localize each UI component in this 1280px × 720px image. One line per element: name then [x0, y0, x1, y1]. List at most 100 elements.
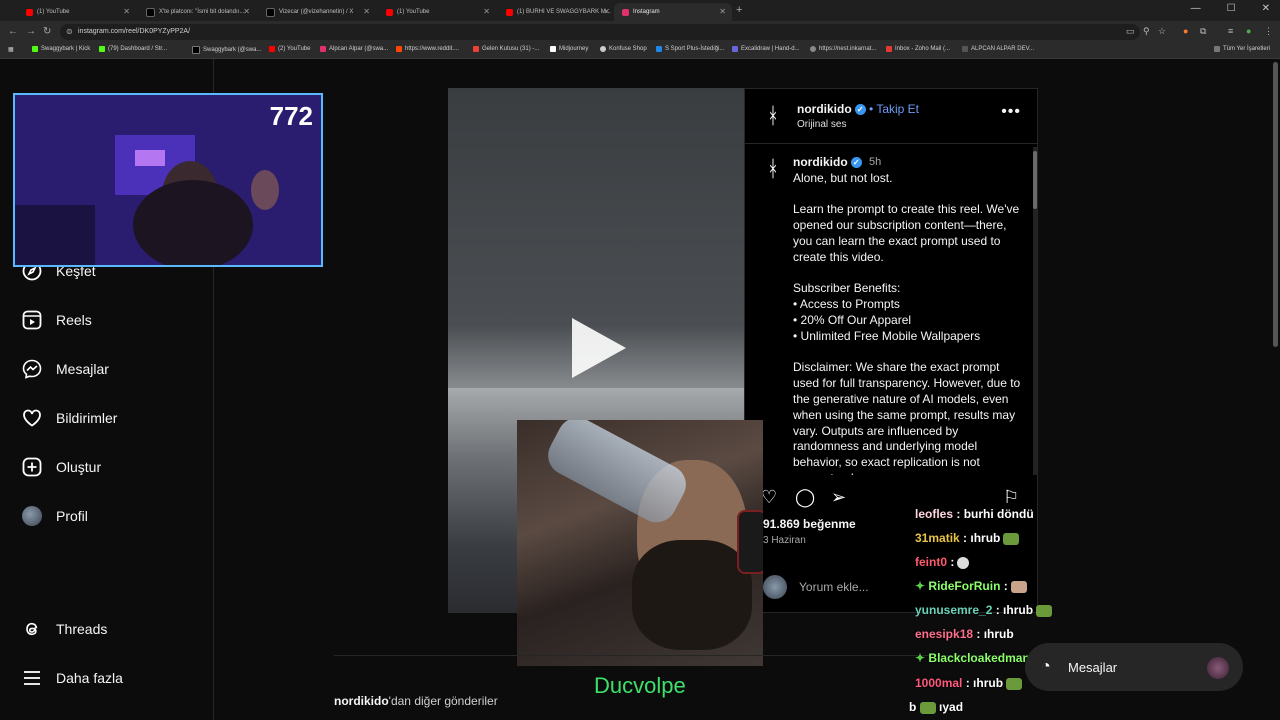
bookmark-item[interactable]: (2) YouTube [269, 46, 310, 52]
back-icon[interactable]: ← [8, 26, 18, 37]
page-scrollbar[interactable] [1273, 62, 1278, 347]
close-icon[interactable]: ✕ [719, 7, 726, 16]
bookmark-label: S Sport Plus-İstediği... [665, 46, 725, 52]
close-icon[interactable]: ✕ [243, 7, 250, 16]
sidebar-item-notifications[interactable]: Bildirimler [22, 408, 117, 428]
profile-icon[interactable]: ● [1246, 26, 1251, 36]
sidebar-item-label: Daha fazla [56, 670, 123, 686]
bookmark-item[interactable]: Alpcan Alpar (@swa... [320, 46, 388, 52]
media-icon[interactable]: ≡ [1228, 26, 1233, 36]
post-username[interactable]: nordikido ✓ [797, 102, 866, 116]
play-icon[interactable] [572, 318, 626, 378]
share-icon[interactable]: ➢ [831, 487, 846, 508]
chat-user: 1000mal [915, 676, 963, 690]
globe-icon [810, 46, 816, 52]
sidebar-item-create[interactable]: Oluştur [22, 457, 101, 477]
chat-message: ✦ RideForRuin : [915, 579, 1027, 593]
excalidraw-icon [732, 46, 738, 52]
avatar [763, 575, 787, 599]
bookmark-label: (2) YouTube [278, 46, 311, 52]
tab-x-1[interactable]: X'te platconı: "İsmi bit dolandıı... ✕ [138, 3, 256, 21]
kick-icon [99, 46, 105, 52]
save-bookmark-icon[interactable]: ⚐ [1003, 487, 1019, 508]
sidebar-item-label: Bildirimler [56, 410, 118, 426]
account-logo-icon[interactable]: ᚼ [759, 102, 787, 130]
comment-icon[interactable]: ◯ [795, 487, 815, 508]
more-posts-heading[interactable]: nordikido'dan diğer gönderiler [334, 694, 498, 708]
bookmark-item[interactable]: Konfuse Shop [600, 46, 647, 52]
tab-title: (1) YouTube [397, 9, 430, 15]
tab-youtube-3[interactable]: (1) BURHI VE SWAGGYBARK M... ✕ [498, 3, 616, 21]
maximize-icon[interactable]: ☐ [1227, 3, 1236, 14]
bookmark-item[interactable]: (79) Dashboard / Str... [99, 46, 167, 52]
comment-input[interactable]: Yorum ekle... [799, 580, 869, 594]
bookmark-item[interactable]: https://nest.inkarnat... [810, 46, 876, 52]
badge-icon: ✦ [915, 579, 926, 593]
bookmark-star-icon[interactable]: ☆ [1158, 26, 1166, 37]
bookmark-item[interactable]: https://www.reddit.... [396, 46, 459, 52]
tab-youtube-2[interactable]: (1) YouTube ✕ [378, 3, 496, 21]
sidebar-item-threads[interactable]: Threads [22, 619, 107, 639]
cast-icon[interactable]: ▭ [1126, 26, 1135, 37]
close-icon[interactable]: ✕ [363, 7, 370, 16]
bookmark-item[interactable]: Midjourney [550, 46, 588, 52]
extensions-icon[interactable]: ⧉ [1200, 26, 1206, 37]
tab-x-2[interactable]: Vizecar (@vizehannetin) / X ✕ [258, 3, 376, 21]
youtube-icon [269, 46, 275, 52]
sidebar-item-label: Threads [56, 621, 108, 637]
messages-label: Mesajlar [1068, 660, 1118, 675]
new-tab-button[interactable]: + [736, 4, 742, 16]
site-info-icon[interactable]: ⊜ [66, 27, 73, 36]
zoom-icon[interactable]: ⚲ [1143, 26, 1150, 37]
tab-title: Vizecar (@vizehannetin) / X [279, 9, 354, 15]
plus-square-icon [22, 457, 42, 477]
bookmark-item[interactable]: Gelen Kutusu (31) -... [473, 46, 539, 52]
bookmarks-bar: ▦ Swaggybark | Kick (79) Dashboard / Str… [0, 43, 1280, 59]
kick-icon [32, 46, 38, 52]
tab-instagram[interactable]: Instagram ✕ [614, 3, 732, 21]
chat-text: ıyad [939, 700, 964, 714]
window-controls: — ☐ ✕ [1191, 3, 1270, 14]
sidebar-item-reels[interactable]: Reels [22, 310, 92, 330]
likes-count[interactable]: 91.869 beğenme [763, 517, 856, 531]
instagram-icon [320, 46, 326, 52]
bookmark-label: Midjourney [559, 46, 589, 52]
menu-icon[interactable]: ⋮ [1264, 26, 1273, 37]
bookmark-item[interactable]: Swaggybark | Kick [32, 46, 90, 52]
tab-youtube-1[interactable]: (1) YouTube ✕ [18, 3, 136, 21]
apps-icon[interactable]: ▦ [8, 46, 14, 53]
messages-button[interactable]: ◔ Mesajlar [1025, 643, 1243, 691]
url-input[interactable]: ⊜ instagram.com/reel/DK0PYZyPP2A/ [60, 24, 1140, 40]
bookmark-label: Swaggybark (@swa... [203, 47, 262, 53]
like-icon[interactable]: ♡ [761, 487, 777, 508]
audio-label[interactable]: Orijinal ses [797, 119, 846, 130]
chat-text: : ıhrub [965, 676, 1004, 690]
bookmark-item[interactable]: S Sport Plus-İstediği... [656, 46, 724, 52]
reload-icon[interactable]: ↻ [43, 26, 51, 37]
sidebar-item-profile[interactable]: Profil [22, 506, 88, 526]
bookmark-item[interactable]: ALPCAN ALPAR DEV... [962, 46, 1034, 52]
bookmark-item[interactable]: Swaggybark (@swa... [192, 46, 261, 54]
chat-user: 31matik [915, 531, 960, 545]
close-window-icon[interactable]: ✕ [1262, 3, 1270, 14]
caption-scrollbar-thumb[interactable] [1033, 151, 1037, 209]
chat-text: : [1003, 579, 1008, 593]
more-options-icon[interactable]: ••• [1001, 103, 1021, 121]
close-icon[interactable]: ✕ [123, 7, 130, 16]
close-icon[interactable]: ✕ [603, 7, 610, 16]
bookmark-item[interactable]: Excalidraw | Hand-d... [732, 46, 800, 52]
follow-button[interactable]: • Takip Et [869, 102, 919, 116]
sidebar-item-label: Reels [56, 312, 92, 328]
sidebar-item-messages[interactable]: Mesajlar [22, 359, 109, 379]
close-icon[interactable]: ✕ [483, 7, 490, 16]
account-logo-icon[interactable]: ᚼ [759, 155, 787, 183]
emote-icon [1010, 580, 1027, 593]
bookmark-label: https://www.reddit.... [405, 46, 460, 52]
extension-icon[interactable]: ● [1183, 26, 1188, 36]
instagram-icon [622, 8, 629, 16]
bookmark-item[interactable]: Inbox - Zoho Mail (... [886, 46, 950, 52]
all-bookmarks[interactable]: Tüm Yer İşaretleri [1214, 46, 1270, 52]
minimize-icon[interactable]: — [1191, 3, 1201, 14]
forward-icon[interactable]: → [26, 26, 36, 37]
sidebar-item-more[interactable]: Daha fazla [22, 668, 123, 688]
